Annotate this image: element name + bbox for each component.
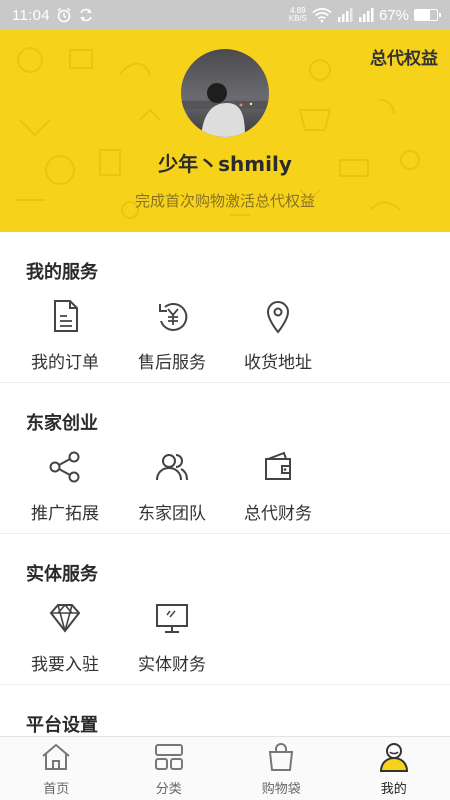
nav-shopping-bag[interactable]: 购物袋 (225, 737, 338, 800)
after-sales-yen-icon (159, 302, 188, 331)
team-icon (156, 454, 188, 481)
profile-icon (379, 743, 408, 772)
top-agent-rights-link[interactable]: 总代权益 (370, 44, 438, 69)
signal-4g-icon (358, 8, 374, 22)
service-promotion[interactable]: 推广拓展 (12, 447, 118, 524)
section-physical-services: 实体服务 我要入驻 实体财务 (0, 534, 450, 685)
avatar[interactable] (181, 49, 269, 137)
status-bar: 11:04 4.89 KB/S 67% (0, 0, 450, 30)
bottom-nav: 首页 分类 购物袋 我的 (0, 736, 450, 800)
signal-icon (337, 8, 353, 22)
section-platform-settings: 平台设置 (0, 685, 450, 736)
service-join[interactable]: 我要入驻 (12, 598, 118, 675)
service-my-orders[interactable]: 我的订单 (12, 296, 118, 373)
service-label: 售后服务 (138, 353, 206, 373)
service-label: 我要入驻 (31, 655, 99, 675)
battery-icon (414, 9, 441, 21)
sync-icon (80, 8, 92, 22)
location-pin-icon (266, 301, 290, 334)
nav-category[interactable]: 分类 (113, 737, 226, 800)
section-title: 平台设置 (26, 715, 98, 736)
service-label: 东家团队 (138, 504, 206, 524)
section-my-services: 我的服务 我的订单 售后服务 收货地址 (0, 232, 450, 383)
nav-label: 首页 (43, 782, 70, 797)
share-icon (49, 451, 80, 483)
diamond-icon (49, 603, 81, 633)
nav-label: 我的 (380, 782, 407, 797)
service-label: 总代财务 (244, 504, 312, 524)
status-time: 11:04 (12, 6, 50, 24)
service-store-finance[interactable]: 实体财务 (119, 598, 225, 675)
nav-home[interactable]: 首页 (0, 737, 113, 800)
activation-subtitle[interactable]: 完成首次购物激活总代权益 (0, 190, 450, 211)
category-icon (154, 744, 183, 770)
service-after-sales[interactable]: 售后服务 (119, 296, 225, 373)
network-speed: 4.89 KB/S (289, 7, 307, 23)
service-shipping-address[interactable]: 收货地址 (225, 296, 331, 373)
service-agent-finance[interactable]: 总代财务 (225, 447, 331, 524)
section-dongjia-business: 东家创业 推广拓展 东家团队 总代财务 (0, 383, 450, 534)
profile-header: 总代权益 少年丶shmily 完成首次购物激活总代权益 (0, 30, 450, 232)
section-title: 东家创业 (26, 413, 98, 434)
service-team[interactable]: 东家团队 (119, 447, 225, 524)
order-document-icon (54, 300, 78, 332)
service-label: 我的订单 (31, 353, 99, 373)
nav-label: 购物袋 (261, 782, 301, 797)
battery-percent: 67% (378, 6, 409, 24)
monitor-icon (156, 604, 188, 633)
nav-label: 分类 (155, 782, 182, 797)
username: 少年丶shmily (158, 152, 292, 176)
speed-unit: KB/S (288, 14, 307, 23)
service-label: 推广拓展 (31, 504, 99, 524)
wallet-icon (265, 451, 291, 480)
nav-profile[interactable]: 我的 (338, 737, 450, 800)
home-icon (42, 743, 70, 770)
section-title: 实体服务 (26, 564, 98, 585)
battery-fill (415, 10, 430, 20)
service-label: 收货地址 (244, 353, 312, 373)
alarm-icon (57, 7, 71, 23)
section-title: 我的服务 (26, 262, 98, 283)
shopping-bag-icon (269, 743, 294, 771)
service-label: 实体财务 (138, 655, 206, 675)
wifi-icon (312, 8, 332, 23)
